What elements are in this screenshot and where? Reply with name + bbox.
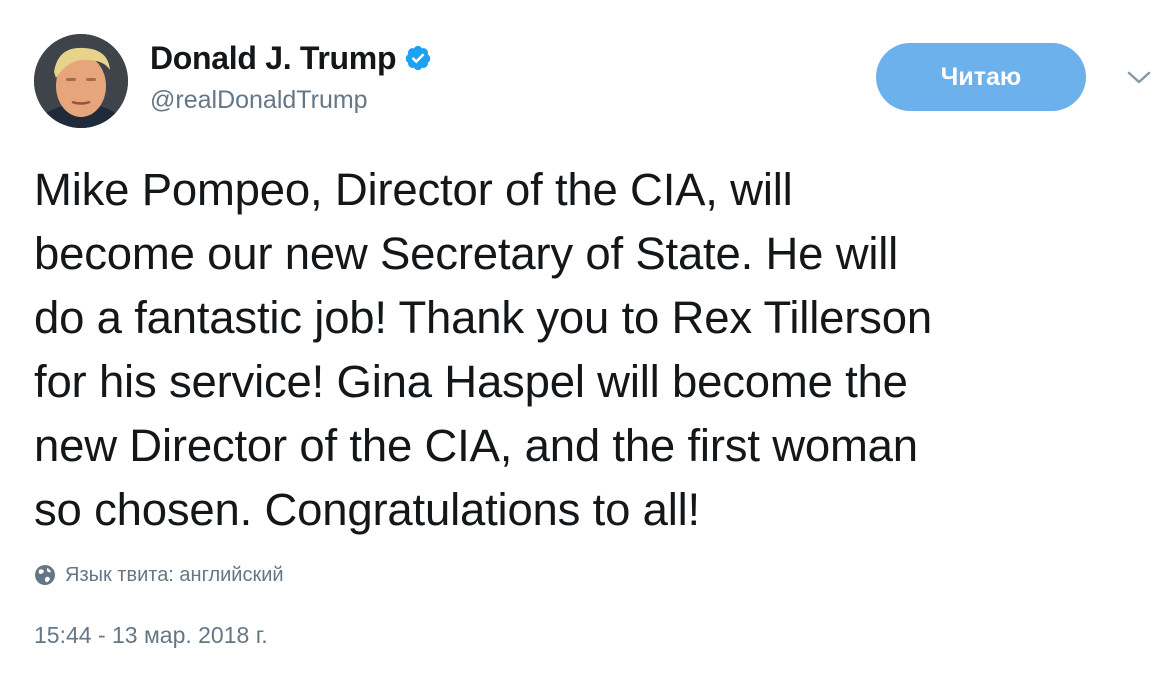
tweet-language-label[interactable]: Язык твита: английский	[65, 564, 284, 587]
tweet-card: Donald J. Trump @realDonaldTrump Читаю M…	[0, 0, 1166, 676]
chevron-down-icon[interactable]	[1124, 68, 1154, 88]
verified-badge-icon	[404, 44, 432, 72]
globe-icon	[34, 564, 56, 586]
avatar-image	[34, 34, 128, 128]
author-name-row: Donald J. Trump	[150, 38, 432, 78]
author-display-name[interactable]: Donald J. Trump	[150, 40, 397, 77]
avatar[interactable]	[34, 34, 128, 128]
tweet-language-row: Язык твита: английский	[34, 562, 284, 588]
tweet-text: Mike Pompeo, Director of the CIA, will b…	[34, 164, 932, 535]
author-handle[interactable]: @realDonaldTrump	[150, 86, 368, 115]
tweet-timestamp[interactable]: 15:44 - 13 мар. 2018 г.	[34, 622, 268, 649]
following-button[interactable]: Читаю	[876, 43, 1086, 111]
